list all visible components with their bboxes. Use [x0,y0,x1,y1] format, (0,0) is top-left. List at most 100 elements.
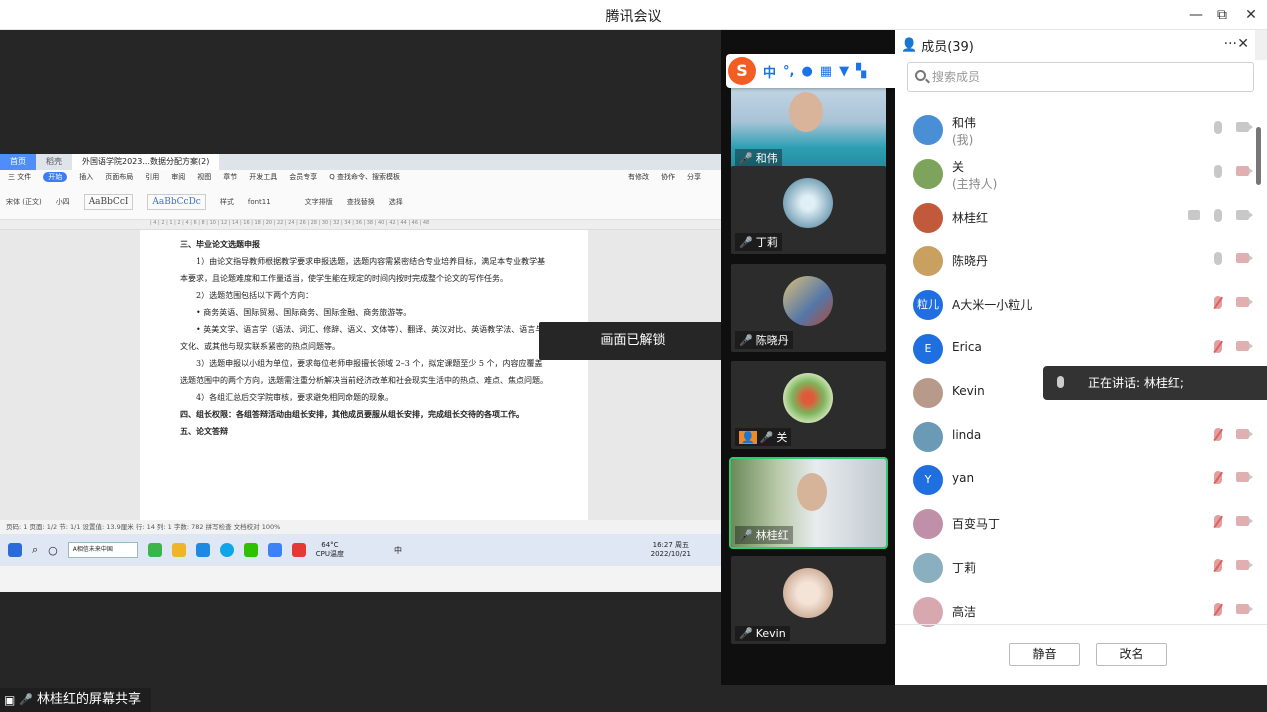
member-row[interactable]: Yyan [895,458,1255,502]
member-row[interactable]: 林桂红 [895,196,1255,240]
wps-tab-home: 首页 [0,154,36,170]
keyboard-icon[interactable]: ▦ [820,64,832,79]
document-page: 三、毕业论文选题申报 1）由论文指导教师根据教学要求申报选题，选题内容需紧密结合专… [140,230,588,520]
mic-muted-icon[interactable] [1214,427,1222,441]
video-tile-kevin[interactable]: 🎤 Kevin [731,556,886,644]
clock-time: 16:27 周五 [652,541,690,549]
member-row[interactable]: E Erica [895,327,1255,371]
members-icon: 👤 [901,37,918,53]
ime-mode[interactable]: 中 [763,62,776,81]
video-name-label: 🎤 丁莉 [735,233,782,251]
wps-style-label: 样式 [219,197,234,206]
members-footer: 静音 改名 [895,624,1267,685]
mic-icon[interactable] [1214,164,1222,178]
mic-muted-icon[interactable] [1214,558,1222,572]
wps-menu-item: 引用 [145,173,160,181]
camera-off-icon[interactable] [1236,472,1253,483]
member-row[interactable]: 关 (主持人) [895,152,1255,196]
video-tile-chenxiaodan[interactable]: 🎤 陈晓丹 [731,264,886,352]
tile-name: Kevin [755,627,786,640]
search-members-input[interactable]: 搜索成员 [907,62,1254,92]
member-row[interactable]: 和伟 (我) [895,108,1255,152]
video-name-label: 🎤 林桂红 [735,526,793,544]
grid-icon[interactable]: ▚ [856,64,866,79]
mic-muted-icon[interactable] [1214,602,1222,616]
ime-indicator: 中 [394,545,403,555]
member-name: 和伟 [952,116,977,130]
wps-menu-item: 会员专享 [289,173,318,181]
restore-icon[interactable]: ⧉ [1211,4,1233,26]
more-icon[interactable]: ··· [1224,36,1237,52]
camera-icon[interactable] [1236,122,1253,132]
avatar [913,421,943,452]
video-name-label: 🎤 陈晓丹 [735,331,793,349]
avatar: 粒儿 [913,290,943,321]
member-row[interactable]: 丁莉 [895,546,1255,590]
rename-button[interactable]: 改名 [1096,643,1167,666]
avatar [783,373,833,423]
mic-icon [1057,376,1064,388]
sogou-logo-icon[interactable]: S [728,57,756,85]
video-name-label: 🎤 Kevin [735,626,790,641]
wps-menu-item: 章节 [223,173,238,181]
video-tile-hewei[interactable]: 🎤 和伟 [731,82,886,170]
member-row[interactable]: 百变马丁 [895,502,1255,546]
mic-icon[interactable] [1214,208,1222,222]
member-name: 关 [952,159,965,174]
video-tile-guan[interactable]: 👤 🎤 关 [731,361,886,449]
app-icon [147,543,162,557]
mic-muted-icon[interactable] [1214,339,1222,353]
camera-off-icon[interactable] [1236,340,1253,351]
cpu-temp: 64°C CPU温度 [316,541,344,559]
mic-muted-icon[interactable] [1214,515,1222,529]
mic-muted-icon[interactable] [1214,471,1222,485]
wps-menu-item: Q 查找命令、搜索模板 [329,173,400,181]
camera-icon[interactable] [1236,209,1253,220]
video-tile-linguihong[interactable]: 🎤 林桂红 [729,457,888,549]
camera-off-icon[interactable] [1236,253,1253,264]
wps-ribbon: 宋体 (正文) 小四 AaBbCcI AaBbCcDc 样式 font11 文字… [0,184,721,220]
mic-icon[interactable]: ● [801,64,812,79]
search-icon [915,70,926,81]
wps-tab-docer: 稻壳 [46,157,62,166]
panel-menu-icon[interactable] [1255,30,1267,60]
close-panel-icon[interactable]: ✕ [1237,36,1249,52]
member-row[interactable]: 陈晓丹 [895,239,1255,283]
camera-off-icon[interactable] [1236,297,1253,308]
members-scrollbar[interactable] [1256,127,1261,185]
cortana-icon: ○ [48,543,58,557]
cpu-temp-value: 64°C [321,541,339,549]
video-tile-dingli[interactable]: 🎤 丁莉 [731,166,886,254]
ime-punct[interactable]: °, [783,64,794,79]
wechat-icon [243,543,258,557]
camera-off-icon[interactable] [1236,428,1253,439]
member-row[interactable]: linda [895,415,1255,459]
member-row[interactable]: 粒儿 A大米一小粒儿 [895,283,1255,327]
ime-toolbar[interactable]: S 中 °, ● ▦ ▼ ▚ [726,54,904,88]
wps-style-sample: AaBbCcDc [147,193,206,210]
camera-off-icon[interactable] [1236,516,1253,527]
sharer-name: 林桂红的屏幕共享 [37,692,142,707]
minimize-icon[interactable]: — [1185,4,1207,26]
camera-off-icon[interactable] [1236,603,1253,614]
member-name: Erica [952,339,982,354]
mic-icon[interactable] [1214,121,1222,134]
mic-muted-icon[interactable] [1214,296,1222,310]
camera-off-icon[interactable] [1236,559,1253,570]
wps-style-font11: font11 [247,197,271,206]
mute-all-button[interactable]: 静音 [1009,643,1080,666]
document-paragraph: 五、论文答辩 [180,426,228,436]
camera-off-icon[interactable] [1236,165,1253,176]
document-paragraph: 2）选题范围包括以下两个方向： [196,291,314,300]
wps-icon [291,543,306,557]
mic-muted-icon: 🎤 [739,235,753,249]
search-placeholder: 搜索成员 [932,70,981,84]
video-face [789,92,823,132]
shirt-icon[interactable]: ▼ [839,64,849,79]
wps-menu-item: 有修改 [628,173,649,181]
member-name: 陈晓丹 [952,254,989,269]
mic-icon[interactable] [1214,252,1222,266]
avatar [913,246,943,277]
avatar [783,178,833,228]
close-icon[interactable]: ✕ [1240,4,1262,26]
